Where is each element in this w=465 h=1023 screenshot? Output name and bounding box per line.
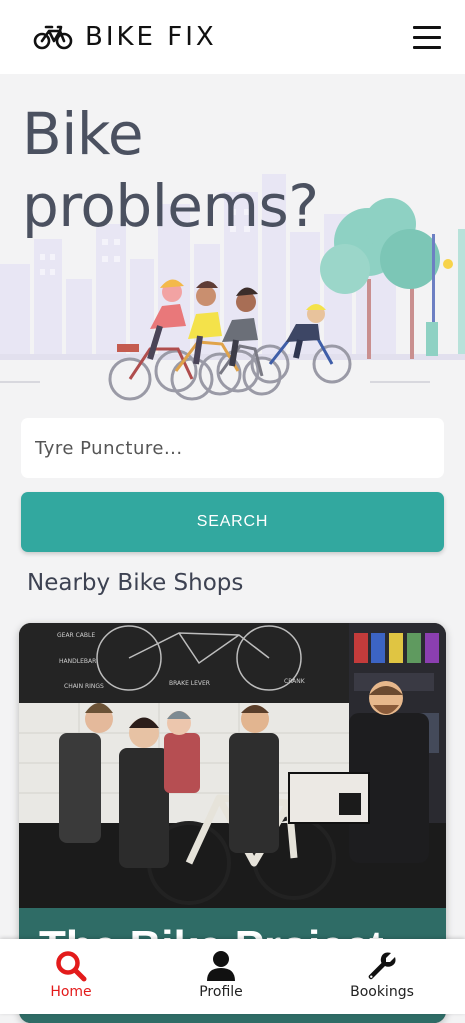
hero-title: Bike problems? bbox=[22, 98, 362, 242]
svg-text:HANDLEBAR: HANDLEBAR bbox=[59, 658, 96, 665]
hero-section: Bike problems? bbox=[0, 74, 465, 414]
nav-bookings[interactable]: Bookings bbox=[327, 939, 437, 1014]
brand-logo[interactable]: BIKE FIX bbox=[33, 22, 217, 52]
bike-shop-team-photo: GEAR CABLE HANDLEBAR CHAIN RINGS BRAKE LEV… bbox=[19, 623, 446, 913]
svg-text:BRAKE LEVER: BRAKE LEVER bbox=[169, 680, 210, 687]
search-button[interactable]: SEARCH bbox=[21, 492, 444, 552]
hero-title-line-1: Bike bbox=[22, 100, 144, 168]
brand-name: BIKE FIX bbox=[85, 22, 217, 52]
nav-home-label: Home bbox=[50, 984, 92, 1000]
hero-title-line-2: problems? bbox=[22, 172, 319, 240]
nav-bookings-label: Bookings bbox=[350, 984, 414, 1000]
hamburger-menu-icon[interactable] bbox=[413, 26, 441, 49]
nav-home[interactable]: Home bbox=[16, 939, 126, 1014]
app-header: BIKE FIX bbox=[0, 0, 465, 74]
svg-text:CHAIN RINGS: CHAIN RINGS bbox=[64, 683, 104, 690]
svg-text:CRANK: CRANK bbox=[284, 678, 306, 685]
nearby-shops-title: Nearby Bike Shops bbox=[27, 570, 244, 596]
wrench-icon bbox=[368, 952, 396, 980]
search-input[interactable] bbox=[21, 418, 444, 478]
search-icon bbox=[56, 951, 87, 982]
nav-profile[interactable]: Profile bbox=[166, 939, 276, 1014]
bottom-navigation: Home Profile Bookings bbox=[0, 939, 465, 1014]
nav-profile-label: Profile bbox=[199, 984, 243, 1000]
bicycle-icon bbox=[33, 25, 73, 50]
user-icon bbox=[207, 951, 235, 981]
svg-text:GEAR CABLE: GEAR CABLE bbox=[57, 632, 95, 639]
